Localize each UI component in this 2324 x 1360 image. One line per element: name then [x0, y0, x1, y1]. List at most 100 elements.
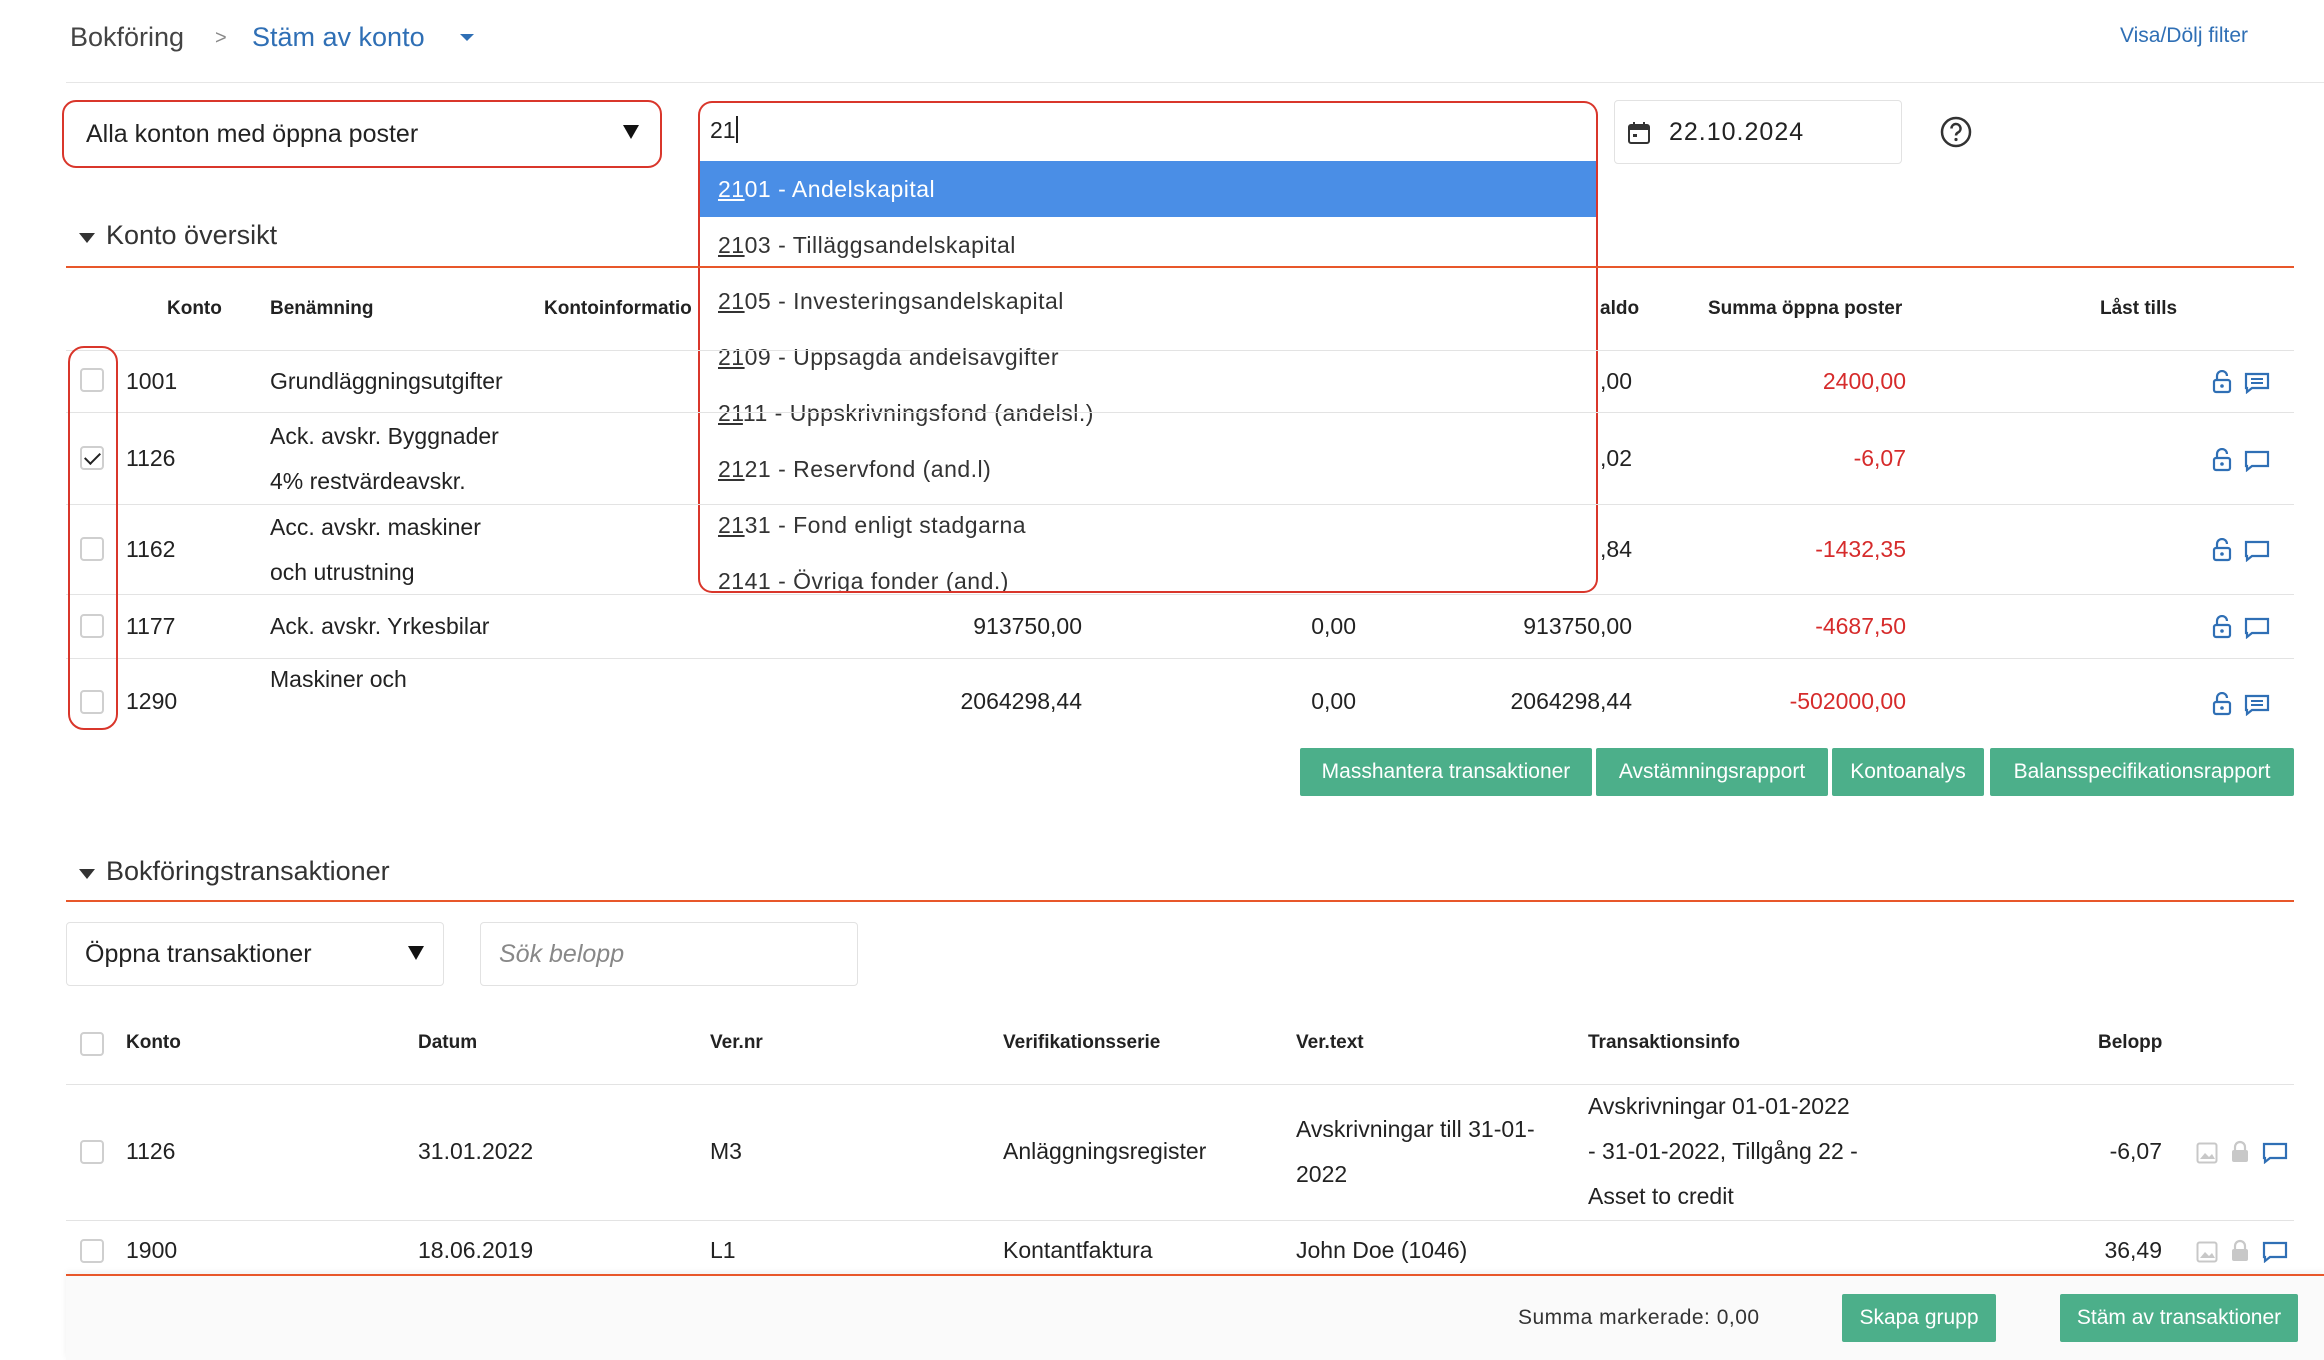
lock-open-icon[interactable]	[2212, 448, 2232, 472]
table-row[interactable]: 1290 Maskiner och . . . . 2064298,44 0,0…	[0, 660, 2324, 720]
suggestion-dropdown: 2101 - Andelskapital 2103 - Tilläggsande…	[698, 161, 1598, 593]
row-checkbox[interactable]	[80, 1140, 104, 1164]
collapse-caret-icon[interactable]	[78, 868, 96, 880]
comment-icon[interactable]	[2262, 1241, 2288, 1263]
cell-saldo: ,00	[1600, 368, 1632, 394]
col-header-belopp[interactable]: Belopp	[2098, 1032, 2162, 1054]
account-analysis-button[interactable]: Kontoanalys	[1832, 748, 1984, 796]
row-divider	[66, 412, 2294, 413]
row-divider	[66, 1084, 2294, 1085]
date-field[interactable]: 22.10.2024	[1614, 100, 1902, 164]
row-divider	[66, 504, 2294, 505]
row-checkbox[interactable]	[80, 614, 104, 638]
suggestion-item[interactable]: 2121 - Reservfond (and.l)	[700, 441, 1596, 497]
collapse-caret-icon[interactable]	[78, 232, 96, 244]
cell-benamning: Grundläggningsutgifter	[270, 368, 503, 394]
lock-open-icon[interactable]	[2212, 615, 2232, 639]
col-header-kontoinfo[interactable]: Kontoinformatio	[544, 298, 692, 320]
lock-icon[interactable]	[2230, 1239, 2250, 1263]
cell-saldo: ,02	[1600, 445, 1632, 471]
lock-open-icon[interactable]	[2212, 692, 2232, 716]
create-group-button[interactable]: Skapa grupp	[1842, 1294, 1996, 1342]
reconcile-transactions-button[interactable]: Stäm av transaktioner	[2060, 1294, 2298, 1342]
toggle-filter-link[interactable]: Visa/Dölj filter	[2120, 24, 2248, 48]
caret-down-icon	[408, 946, 424, 960]
suggestion-item[interactable]: 2131 - Fond enligt stadgarna	[700, 497, 1596, 553]
row-divider	[66, 594, 2294, 595]
col-header-saldo[interactable]: aldo	[1600, 298, 1639, 320]
cell-konto: 1126	[126, 1138, 176, 1164]
cell-benamning: Acc. avskr. maskiner	[270, 514, 481, 540]
col-header-vertext[interactable]: Ver.text	[1296, 1032, 1364, 1054]
row-checkbox[interactable]	[80, 446, 104, 470]
lock-icon[interactable]	[2230, 1140, 2250, 1164]
image-icon[interactable]	[2196, 1142, 2218, 1164]
cell-vernr: M3	[710, 1138, 742, 1164]
row-checkbox[interactable]	[80, 368, 104, 392]
col-header-benamning[interactable]: Benämning	[270, 298, 373, 320]
calendar-icon[interactable]	[1627, 121, 1651, 145]
mass-edit-button[interactable]: Masshantera transaktioner	[1300, 748, 1592, 796]
transaction-filter-select[interactable]: Öppna transaktioner	[66, 922, 444, 986]
cell-saldo: 913750,00	[1523, 613, 1632, 639]
reconciliation-report-button[interactable]: Avstämningsrapport	[1596, 748, 1828, 796]
cell-info: Avskrivningar 01-01-2022	[1588, 1093, 1850, 1119]
breadcrumb-root[interactable]: Bokföring	[70, 22, 184, 53]
select-all-checkbox[interactable]	[80, 1032, 104, 1056]
breadcrumb-current[interactable]: Stäm av konto	[252, 22, 425, 53]
cell-summa: -4687,50	[1815, 613, 1906, 639]
comment-icon[interactable]	[2244, 617, 2270, 639]
cell-vernr: L1	[710, 1237, 736, 1263]
cell-summa: 2400,00	[1822, 368, 1906, 394]
row-checkbox[interactable]	[80, 1239, 104, 1263]
account-select[interactable]: Alla konton med öppna poster	[62, 100, 662, 168]
cell-serie: Anläggningsregister	[1003, 1138, 1207, 1164]
cell-vertext: John Doe (1046)	[1296, 1237, 1468, 1263]
row-divider	[66, 658, 2294, 659]
comment-filled-icon[interactable]	[2244, 372, 2270, 394]
image-icon[interactable]	[2196, 1241, 2218, 1263]
top-divider	[66, 82, 2324, 83]
suggestion-item[interactable]: 2141 - Övriga fonder (and.)	[700, 553, 1596, 591]
footer-bar: Summa markerade: 0,00 Skapa grupp Stäm a…	[66, 1274, 2324, 1360]
row-checkbox[interactable]	[80, 690, 104, 714]
section-divider	[66, 900, 2294, 902]
cell-konto: 1290	[126, 688, 178, 714]
chevron-down-icon[interactable]	[458, 32, 476, 44]
col-header-info[interactable]: Transaktionsinfo	[1588, 1032, 1740, 1054]
balance-report-button[interactable]: Balansspecifikationsrapport	[1990, 748, 2294, 796]
comment-icon[interactable]	[2244, 540, 2270, 562]
cell-vertext-line2: 2022	[1296, 1161, 1348, 1187]
cell-serie: Kontantfaktura	[1003, 1237, 1153, 1263]
col-header-last[interactable]: Låst tills	[2100, 298, 2177, 320]
comment-icon[interactable]	[2262, 1142, 2288, 1164]
col-header-vernr[interactable]: Ver.nr	[710, 1032, 763, 1054]
cell-saldo: 2064298,44	[1510, 688, 1632, 714]
suggestion-item[interactable]: 2109 - Uppsagda andelsavgifter	[700, 329, 1596, 385]
row-checkbox[interactable]	[80, 537, 104, 561]
col-header-serie[interactable]: Verifikationsserie	[1003, 1032, 1160, 1054]
cell-amount: 913750,00	[973, 613, 1082, 639]
col-header-konto[interactable]: Konto	[167, 298, 222, 320]
search-input-value: 21	[710, 117, 736, 143]
row-divider	[66, 1220, 2294, 1221]
cell-info-line3: Asset to credit	[1588, 1183, 1734, 1209]
lock-open-icon[interactable]	[2212, 538, 2232, 562]
search-input[interactable]: 21	[698, 101, 1598, 161]
col-header-datum[interactable]: Datum	[418, 1032, 477, 1054]
cell-konto: 1001	[126, 368, 178, 394]
amount-search-input[interactable]: Sök belopp	[480, 922, 858, 986]
suggestion-item[interactable]: 2103 - Tilläggsandelskapital	[700, 217, 1596, 273]
suggestion-item[interactable]: 2101 - Andelskapital	[700, 161, 1596, 217]
col-header-summa[interactable]: Summa öppna poster	[1708, 298, 1902, 320]
comment-filled-icon[interactable]	[2244, 694, 2270, 716]
suggestion-item[interactable]: 2105 - Investeringsandelskapital	[700, 273, 1596, 329]
cell-saldo: ,84	[1600, 536, 1632, 562]
col-header-konto[interactable]: Konto	[126, 1032, 181, 1054]
suggestion-item[interactable]: 2111 - Uppskrivningsfond (andelsl.)	[700, 385, 1596, 441]
help-icon[interactable]	[1940, 116, 1972, 148]
comment-icon[interactable]	[2244, 450, 2270, 472]
cell-datum: 18.06.2019	[418, 1237, 534, 1263]
cell-benamning-line2: . . . .	[270, 710, 366, 720]
lock-open-icon[interactable]	[2212, 370, 2232, 394]
